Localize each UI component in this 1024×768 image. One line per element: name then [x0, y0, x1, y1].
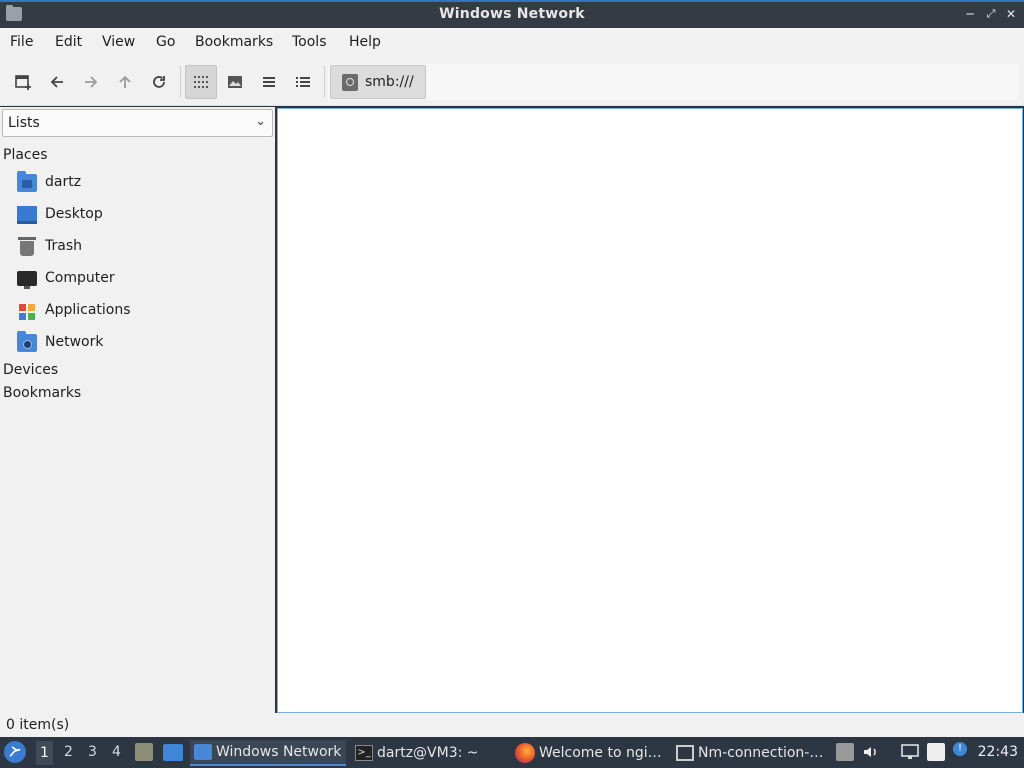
task-terminal[interactable]: >_ dartz@VM3: ~: [355, 740, 505, 766]
sidebar-item-applications[interactable]: Applications: [0, 297, 275, 327]
up-arrow-icon[interactable]: [109, 65, 141, 99]
devices-header[interactable]: Devices: [3, 362, 58, 378]
sidebar-item-label: Applications: [45, 302, 131, 318]
task-firefox[interactable]: Welcome to ngi…: [515, 740, 670, 766]
terminal-icon: >_: [355, 745, 373, 761]
compact-view-icon[interactable]: [253, 65, 285, 99]
sidebar-item-dartz[interactable]: dartz: [0, 169, 275, 199]
menu-tools[interactable]: Tools: [292, 34, 327, 50]
trash-icon: [18, 237, 36, 256]
task-label: Welcome to ngi…: [539, 745, 662, 761]
chevron-down-icon: ⌄: [255, 114, 266, 129]
sidebar-item-network[interactable]: Network: [0, 329, 275, 359]
start-menu-icon[interactable]: [4, 741, 26, 763]
sidebar-item-label: Computer: [45, 270, 115, 286]
title-bar[interactable]: Windows Network ─ ⤢ ✕: [0, 0, 1024, 28]
folder-icon: [194, 744, 212, 760]
sidebar: Lists ⌄ Places dartz Desktop Trash Compu…: [0, 107, 275, 713]
menu-file[interactable]: File: [10, 34, 33, 50]
task-label: dartz@VM3: ~: [377, 745, 479, 761]
taskbar: 1 2 3 4 Windows Network >_ dartz@VM3: ~ …: [0, 737, 1024, 768]
task-label: Windows Network: [216, 744, 342, 760]
workspace-3[interactable]: 3: [88, 744, 97, 760]
sidebar-item-trash[interactable]: Trash: [0, 233, 275, 263]
computer-icon: [17, 271, 37, 289]
sidebar-item-label: Desktop: [45, 206, 103, 222]
menu-help[interactable]: Help: [349, 34, 381, 50]
menu-edit[interactable]: Edit: [55, 34, 82, 50]
window-title: Windows Network: [439, 6, 585, 22]
path-button-label: smb:///: [365, 74, 414, 90]
path-button-smb[interactable]: smb:///: [330, 65, 426, 99]
workspace-2[interactable]: 2: [64, 744, 73, 760]
new-tab-icon[interactable]: [7, 65, 39, 99]
status-bar: 0 item(s): [0, 713, 1024, 737]
menu-bookmarks[interactable]: Bookmarks: [195, 34, 273, 50]
home-folder-icon: [17, 171, 37, 192]
file-view-pane[interactable]: [277, 108, 1023, 713]
toolbar: smb:///: [0, 58, 1024, 106]
network-connection-icon: [676, 745, 694, 761]
sidebar-mode-value: Lists: [8, 115, 40, 131]
network-drive-icon: [342, 74, 358, 91]
icon-view-icon[interactable]: [185, 65, 217, 99]
places-header[interactable]: Places: [3, 147, 48, 163]
forward-arrow-icon[interactable]: [75, 65, 107, 99]
volume-icon[interactable]: [862, 743, 880, 761]
location-bar[interactable]: [328, 64, 1018, 100]
bookmarks-header[interactable]: Bookmarks: [3, 385, 81, 401]
clock[interactable]: 22:43: [978, 744, 1018, 760]
minimize-icon[interactable]: ─: [963, 7, 977, 21]
thumbnail-view-icon[interactable]: [219, 65, 251, 99]
applications-icon: [17, 302, 37, 320]
clipboard-icon[interactable]: [927, 743, 945, 761]
close-icon[interactable]: ✕: [1004, 7, 1018, 21]
workspace-1[interactable]: 1: [36, 741, 53, 765]
detailed-list-icon[interactable]: [287, 65, 319, 99]
sidebar-item-label: Network: [45, 334, 104, 350]
sidebar-mode-select[interactable]: Lists ⌄: [2, 109, 273, 137]
back-arrow-icon[interactable]: [41, 65, 73, 99]
workspace-4[interactable]: 4: [112, 744, 121, 760]
task-nm-connection[interactable]: Nm-connection-…: [676, 740, 828, 766]
menu-bar: File Edit View Go Bookmarks Tools Help: [0, 28, 1024, 58]
network-tray-icon[interactable]: [900, 743, 919, 761]
maximize-icon[interactable]: ⤢: [984, 7, 998, 21]
menu-view[interactable]: View: [102, 34, 135, 50]
show-desktop-icon[interactable]: [163, 744, 183, 761]
notification-icon[interactable]: !: [953, 742, 967, 756]
task-label: Nm-connection-…: [698, 745, 824, 761]
desktop-icon: [17, 206, 37, 224]
sidebar-item-label: Trash: [45, 238, 82, 254]
network-folder-icon: [17, 331, 37, 352]
sidebar-item-label: dartz: [45, 174, 82, 190]
tray-scroll-icon[interactable]: [836, 743, 854, 761]
reload-icon[interactable]: [143, 65, 175, 99]
file-manager-launcher-icon[interactable]: [135, 743, 153, 761]
task-windows-network[interactable]: Windows Network: [190, 740, 346, 766]
sidebar-item-desktop[interactable]: Desktop: [0, 201, 275, 231]
firefox-icon: [515, 743, 535, 763]
menu-go[interactable]: Go: [156, 34, 175, 50]
sidebar-item-computer[interactable]: Computer: [0, 265, 275, 295]
item-count: 0 item(s): [6, 717, 70, 733]
